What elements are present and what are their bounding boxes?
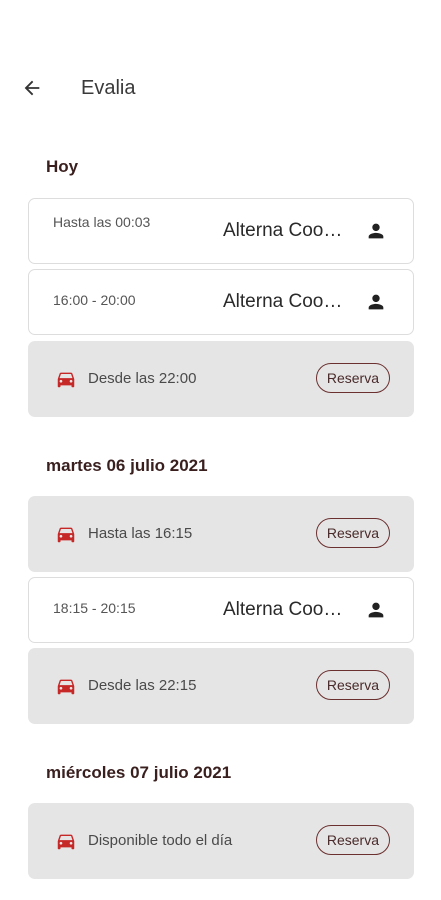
back-button[interactable] xyxy=(18,74,46,102)
slot-time: 16:00 - 20:00 xyxy=(53,292,136,308)
slot-time: Hasta las 00:03 xyxy=(53,214,151,230)
person-icon xyxy=(368,602,384,618)
slot-owner: Alterna Cooperativa xyxy=(223,220,351,241)
reserve-button[interactable]: Reserva xyxy=(315,363,390,393)
booked-slot[interactable]: Hasta las 00:03 Alterna Cooperativa xyxy=(28,198,414,264)
reserve-button[interactable]: Reserva xyxy=(315,825,390,855)
booked-slot[interactable]: 18:15 - 20:15 Alterna Cooperativa xyxy=(28,577,414,643)
day-header: Hoy xyxy=(46,157,79,176)
slot-label: Hasta las 16:15 xyxy=(88,525,193,542)
free-slot: Desde las 22:15 Reserva xyxy=(28,648,414,724)
arrow-left-icon xyxy=(24,80,40,96)
slot-label: Desde las 22:00 xyxy=(88,370,197,387)
reserve-button[interactable]: Reserva xyxy=(315,670,390,700)
page-title: Evalia xyxy=(81,77,136,99)
slot-time: 18:15 - 20:15 xyxy=(53,600,136,616)
car-icon xyxy=(57,679,75,695)
slot-label: Disponible todo el día xyxy=(88,832,233,849)
app-bar: Evalia xyxy=(0,0,441,176)
booked-slot[interactable]: 16:00 - 20:00 Alterna Cooperativa xyxy=(28,269,414,335)
person-icon xyxy=(368,294,384,310)
person-icon xyxy=(368,223,384,239)
slot-label: Desde las 22:15 xyxy=(88,677,197,694)
day-header: martes 06 julio 2021 xyxy=(46,456,208,475)
car-icon xyxy=(57,372,75,388)
reserve-button[interactable]: Reserva xyxy=(315,518,390,548)
free-slot: Disponible todo el día Reserva xyxy=(28,803,414,879)
car-icon xyxy=(57,834,75,850)
free-slot: Hasta las 16:15 Reserva xyxy=(28,496,414,572)
slot-owner: Alterna Cooperativa xyxy=(223,599,351,620)
day-header: miércoles 07 julio 2021 xyxy=(46,763,232,782)
slot-owner: Alterna Cooperativa xyxy=(223,291,351,312)
free-slot: Desde las 22:00 Reserva xyxy=(28,341,414,417)
car-icon xyxy=(57,527,75,543)
